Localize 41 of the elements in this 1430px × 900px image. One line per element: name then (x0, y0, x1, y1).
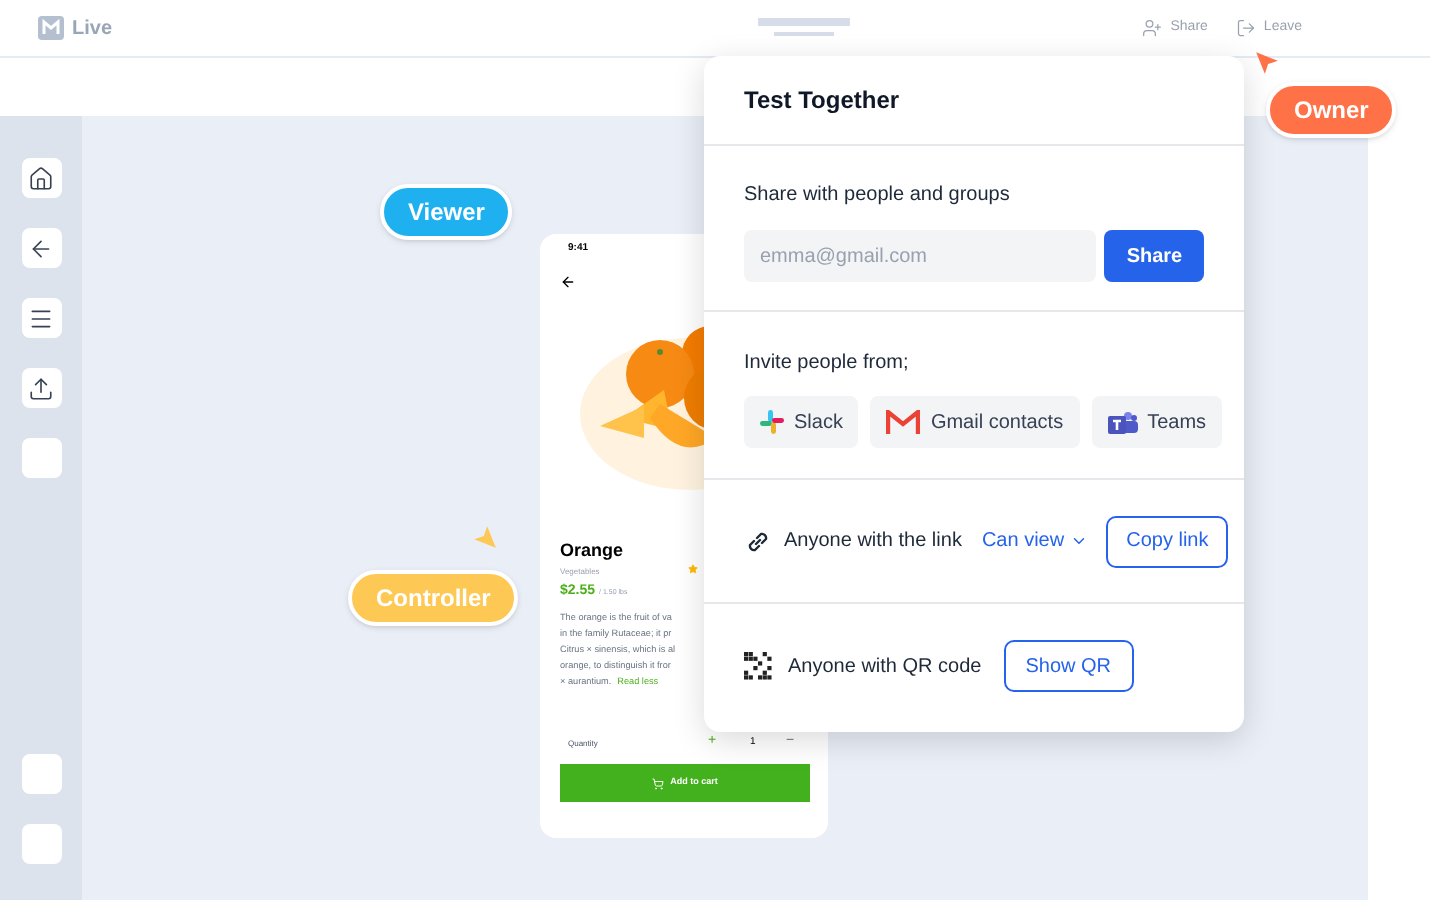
copy-link-button[interactable]: Copy link (1106, 515, 1229, 567)
section-heading: Invite people from; (744, 350, 911, 378)
link-access-label: Anyone with the link (784, 528, 962, 556)
home-icon (28, 165, 54, 191)
envelope-m-icon (886, 409, 921, 435)
back-arrow-icon (28, 235, 54, 261)
share-button[interactable]: Share (1104, 230, 1204, 282)
back-button[interactable] (21, 228, 61, 268)
cart-icon (652, 777, 665, 789)
role-tag: Controller (348, 570, 519, 626)
link-icon (744, 527, 772, 555)
role-tag: Viewer (380, 184, 513, 240)
exit-icon (1235, 18, 1256, 38)
permission-dropdown[interactable]: Can view (981, 526, 1089, 556)
upload-icon (28, 375, 54, 401)
slack-icon (760, 410, 784, 434)
cursor-arrow-icon (1254, 50, 1280, 76)
rating-star-icon (688, 564, 698, 574)
app-name: Live (72, 15, 113, 43)
title-placeholder-icon (758, 18, 850, 38)
product-title: Orange (560, 542, 624, 560)
add-user-icon (1142, 18, 1163, 38)
show-qr-button[interactable]: Show QR (1003, 640, 1134, 692)
upload-button[interactable] (21, 368, 61, 408)
cursor-arrow-icon (472, 524, 498, 550)
teams-people-icon (1107, 409, 1138, 435)
invite-source-button[interactable]: Teams (1091, 396, 1223, 448)
dialog-title: Test Together (744, 84, 900, 118)
invite-source-button[interactable]: Gmail contacts (870, 396, 1080, 448)
home-button[interactable] (21, 158, 61, 198)
chevron-down-icon (1070, 532, 1089, 550)
email-field[interactable]: emma@gmail.com (744, 230, 1097, 282)
section-heading: Share with people and groups (744, 182, 1012, 210)
role-tag: Owner (1266, 82, 1397, 138)
qr-code-icon (744, 652, 772, 680)
menu-button[interactable] (21, 298, 61, 338)
logo-icon (38, 16, 64, 40)
qr-access-label: Anyone with QR code (788, 653, 982, 681)
menu-icon (28, 305, 54, 331)
invite-source-button[interactable]: Slack (744, 396, 859, 448)
back-arrow-icon[interactable] (560, 274, 576, 290)
